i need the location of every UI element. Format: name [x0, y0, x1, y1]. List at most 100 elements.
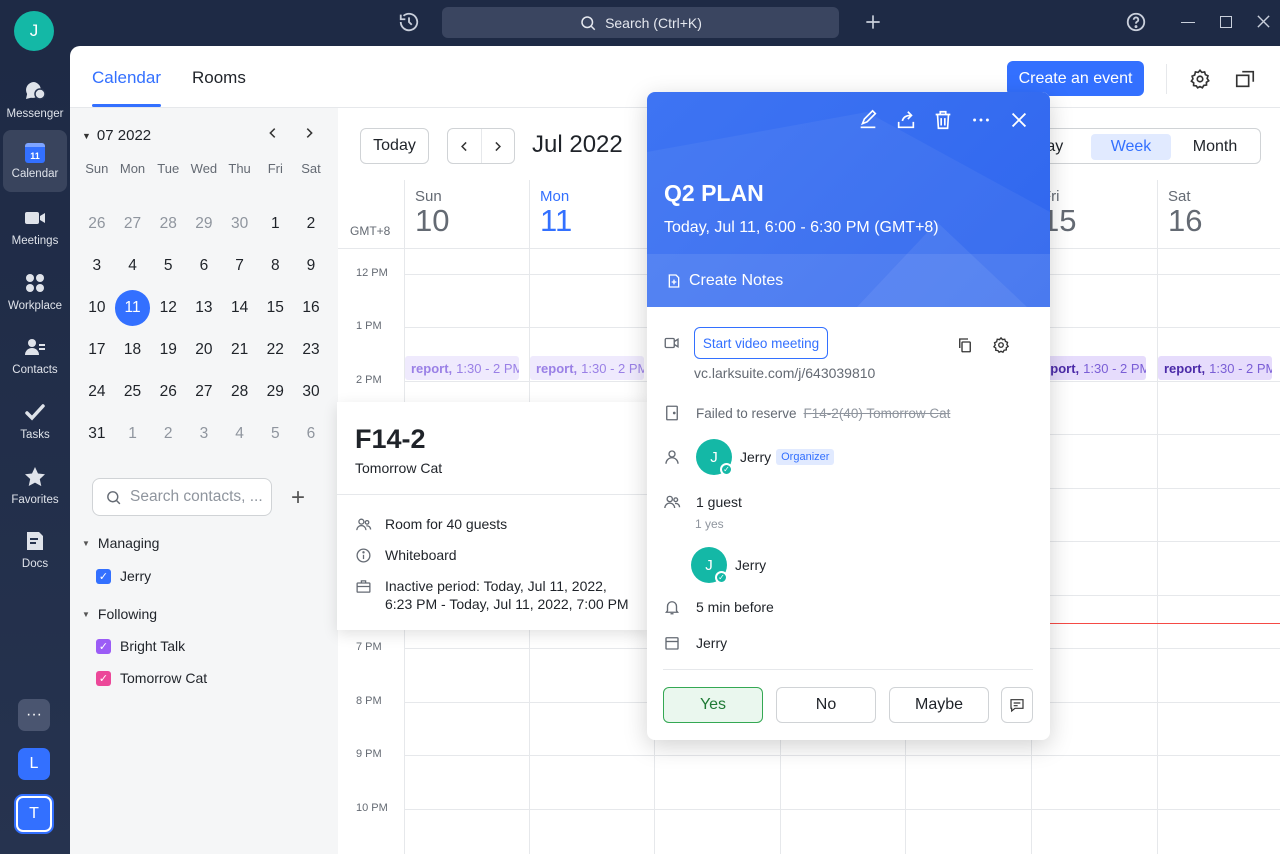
- calendar-item-jerry[interactable]: ✓ Jerry: [96, 568, 151, 584]
- nav-calendar[interactable]: 11 Calendar: [3, 130, 67, 192]
- mini-calendar-day[interactable]: 30: [222, 203, 258, 245]
- following-group-toggle[interactable]: ▼ Following: [82, 606, 157, 622]
- checkbox-icon[interactable]: ✓: [96, 670, 111, 686]
- checkbox-icon[interactable]: ✓: [96, 568, 111, 584]
- nav-tasks[interactable]: Tasks: [3, 389, 67, 451]
- mini-calendar-day[interactable]: 2: [150, 413, 186, 455]
- mini-calendar-day[interactable]: 27: [186, 371, 222, 413]
- mini-calendar-day[interactable]: 31: [79, 413, 115, 455]
- mini-calendar-day[interactable]: 10: [79, 287, 115, 329]
- history-icon[interactable]: [398, 11, 420, 33]
- prev-week-icon[interactable]: [448, 129, 482, 163]
- day-header[interactable]: Sat 16: [1157, 180, 1280, 248]
- workspace-l-button[interactable]: L: [18, 748, 50, 780]
- start-video-meeting-button[interactable]: Start video meeting: [694, 327, 828, 359]
- mini-calendar-day[interactable]: 13: [186, 287, 222, 329]
- delete-icon[interactable]: [932, 109, 954, 131]
- nav-messenger[interactable]: Messenger: [3, 68, 67, 130]
- help-icon[interactable]: [1125, 11, 1147, 33]
- rsvp-maybe-button[interactable]: Maybe: [889, 687, 989, 723]
- rsvp-no-button[interactable]: No: [776, 687, 876, 723]
- settings-icon[interactable]: [1189, 68, 1211, 90]
- more-options-icon[interactable]: [970, 109, 992, 131]
- mini-calendar-day[interactable]: 5: [257, 413, 293, 455]
- mini-calendar-day[interactable]: 26: [79, 203, 115, 245]
- add-icon[interactable]: [863, 12, 883, 32]
- mini-calendar-day[interactable]: 5: [150, 245, 186, 287]
- mini-calendar-day[interactable]: 23: [293, 329, 329, 371]
- tab-calendar[interactable]: Calendar: [92, 68, 161, 88]
- nav-docs[interactable]: Docs: [3, 518, 67, 580]
- calendar-item-tomorrow-cat[interactable]: ✓ Tomorrow Cat: [96, 670, 207, 686]
- guest-item[interactable]: J ✓ Jerry: [691, 547, 766, 584]
- calendar-item-bright-talk[interactable]: ✓ Bright Talk: [96, 638, 185, 654]
- create-event-button[interactable]: Create an event: [1007, 61, 1144, 96]
- create-notes-button[interactable]: Create Notes: [647, 254, 1050, 307]
- mini-next-month-icon[interactable]: [302, 126, 316, 140]
- rsvp-yes-button[interactable]: Yes: [663, 687, 763, 723]
- mini-calendar-title[interactable]: ▼ 07 2022: [82, 127, 151, 144]
- calendar-event[interactable]: report, 1:30 - 2 PM: [405, 356, 519, 380]
- mini-calendar-day[interactable]: 6: [293, 413, 329, 455]
- mini-calendar-day[interactable]: 24: [79, 371, 115, 413]
- today-button[interactable]: Today: [360, 128, 429, 164]
- mini-calendar-day[interactable]: 14: [222, 287, 258, 329]
- mini-calendar-day[interactable]: 3: [79, 245, 115, 287]
- mini-calendar-day[interactable]: 3: [186, 413, 222, 455]
- calendar-event[interactable]: report, 1:30 - 2 PM: [530, 356, 644, 380]
- mini-calendar-day[interactable]: 17: [79, 329, 115, 371]
- mini-calendar-day[interactable]: 28: [222, 371, 258, 413]
- mini-calendar-day[interactable]: 8: [257, 245, 293, 287]
- mini-calendar-day[interactable]: 18: [115, 329, 151, 371]
- checkbox-icon[interactable]: ✓: [96, 638, 111, 654]
- mini-calendar-day[interactable]: 28: [150, 203, 186, 245]
- view-month-option[interactable]: Month: [1175, 134, 1255, 160]
- view-week-option[interactable]: Week: [1091, 134, 1171, 160]
- mini-calendar-day[interactable]: 2: [293, 203, 329, 245]
- edit-icon[interactable]: [857, 109, 879, 131]
- mini-calendar-day[interactable]: 4: [115, 245, 151, 287]
- copy-link-icon[interactable]: [956, 336, 974, 354]
- mini-calendar-day[interactable]: 15: [257, 287, 293, 329]
- mini-calendar-day[interactable]: 27: [115, 203, 151, 245]
- mini-calendar-day[interactable]: 1: [257, 203, 293, 245]
- mini-calendar-day[interactable]: 11: [114, 287, 151, 329]
- mini-calendar-day[interactable]: 26: [150, 371, 186, 413]
- nav-meetings[interactable]: Meetings: [3, 195, 67, 257]
- mini-calendar-day[interactable]: 9: [293, 245, 329, 287]
- mini-calendar-day[interactable]: 20: [186, 329, 222, 371]
- maximize-icon[interactable]: [1220, 16, 1232, 28]
- mini-calendar-day[interactable]: 22: [257, 329, 293, 371]
- video-meeting-link[interactable]: vc.larksuite.com/j/643039810: [694, 365, 875, 381]
- close-window-icon[interactable]: [1256, 14, 1271, 29]
- mini-calendar-day[interactable]: 7: [222, 245, 258, 287]
- meeting-settings-icon[interactable]: [992, 336, 1010, 354]
- mini-calendar-day[interactable]: 30: [293, 371, 329, 413]
- nav-favorites[interactable]: Favorites: [3, 454, 67, 516]
- mini-calendar-day[interactable]: 29: [186, 203, 222, 245]
- organizer-avatar[interactable]: J ✓: [696, 439, 733, 476]
- mini-calendar-day[interactable]: 25: [115, 371, 151, 413]
- workspace-t-button[interactable]: T: [16, 796, 52, 832]
- add-calendar-icon[interactable]: +: [291, 484, 305, 512]
- mini-calendar-day[interactable]: 21: [222, 329, 258, 371]
- mini-calendar-day[interactable]: 1: [115, 413, 151, 455]
- minimize-icon[interactable]: [1181, 22, 1195, 23]
- managing-group-toggle[interactable]: ▼ Managing: [82, 535, 159, 551]
- nav-contacts[interactable]: Contacts: [3, 324, 67, 386]
- share-icon[interactable]: [895, 109, 917, 131]
- next-week-icon[interactable]: [482, 129, 515, 163]
- more-apps-button[interactable]: ···: [18, 699, 50, 731]
- mini-calendar-day[interactable]: 29: [257, 371, 293, 413]
- reminder-row[interactable]: 5 min before: [663, 598, 774, 616]
- tab-rooms[interactable]: Rooms: [192, 68, 246, 88]
- mini-calendar-day[interactable]: 4: [222, 413, 258, 455]
- rsvp-comment-button[interactable]: [1001, 687, 1033, 723]
- mini-calendar-day[interactable]: 19: [150, 329, 186, 371]
- global-search[interactable]: Search (Ctrl+K): [442, 7, 839, 38]
- mini-calendar-day[interactable]: 6: [186, 245, 222, 287]
- mini-calendar-day[interactable]: 16: [293, 287, 329, 329]
- contact-search-input[interactable]: Search contacts, ...: [92, 478, 272, 516]
- user-avatar[interactable]: J: [14, 11, 54, 51]
- calendar-event[interactable]: report, 1:30 - 2 PM: [1158, 356, 1272, 380]
